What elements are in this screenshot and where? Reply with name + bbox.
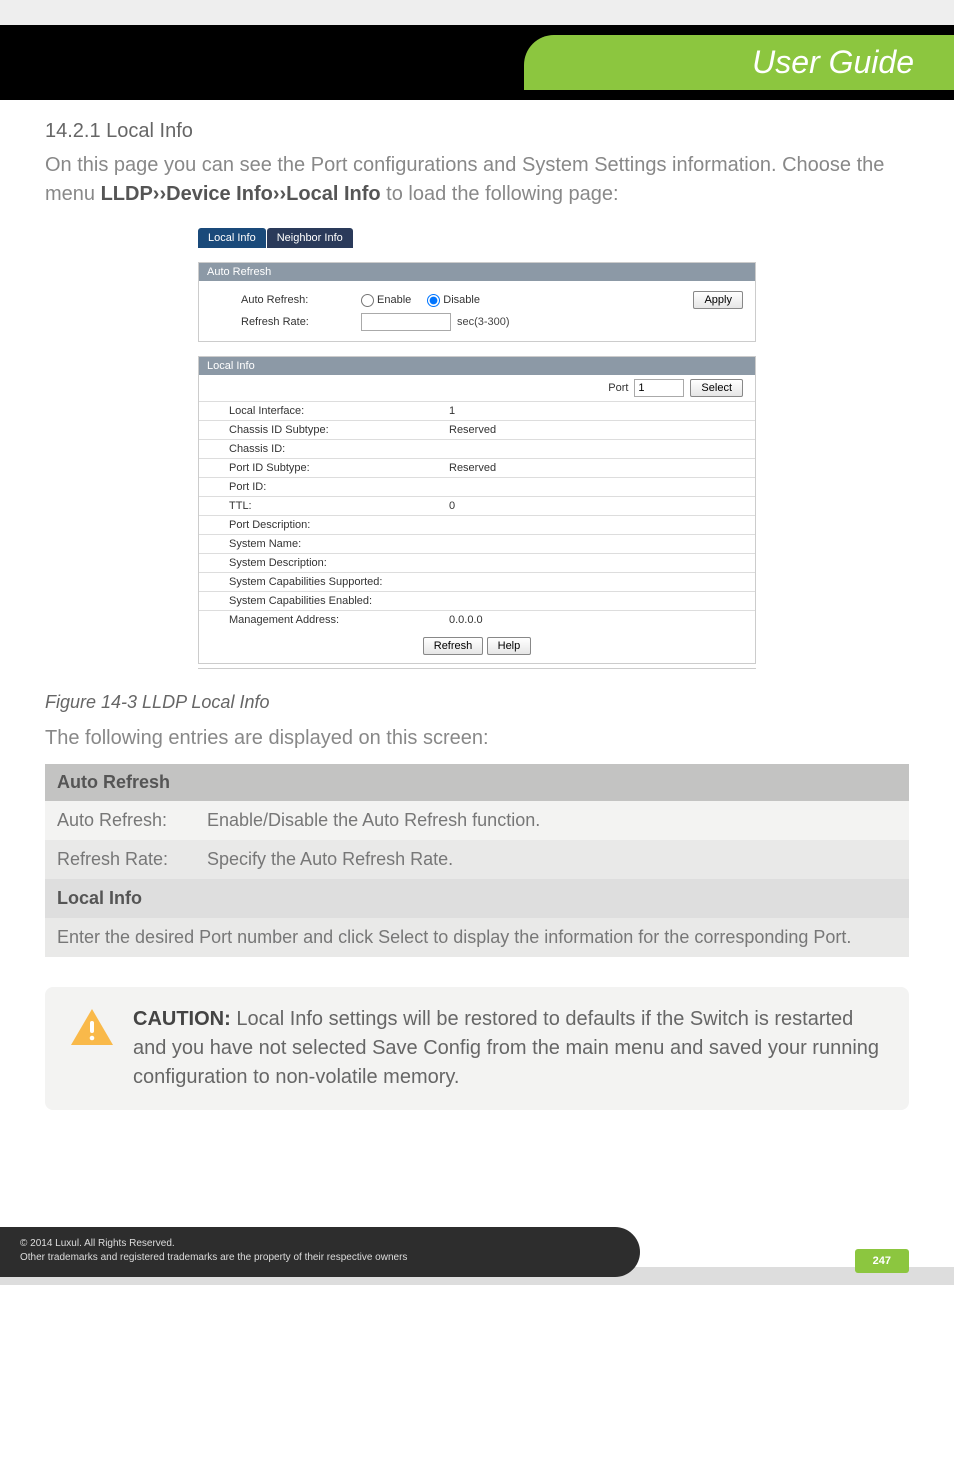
table-row: Refresh Rate: Specify the Auto Refresh R…: [45, 840, 909, 879]
entries-table: Auto Refresh Auto Refresh: Enable/Disabl…: [45, 764, 909, 957]
copyright-line: © 2014 Luxul. All Rights Reserved.: [20, 1237, 620, 1251]
user-guide-pill: User Guide: [524, 35, 954, 90]
row-value: [419, 516, 755, 535]
intro-bold: LLDP››Device Info››Local Info: [101, 183, 381, 205]
entry-desc: Enter the desired Port number and click …: [45, 918, 909, 957]
enable-label: Enable: [377, 294, 411, 306]
row-value: [419, 592, 755, 611]
table-row: Port ID Subtype:Reserved: [199, 459, 755, 478]
auto-refresh-label: Auto Refresh:: [241, 294, 361, 306]
footer-dark-pill: © 2014 Luxul. All Rights Reserved. Other…: [0, 1227, 640, 1277]
help-button[interactable]: Help: [487, 637, 532, 655]
divider: [198, 668, 756, 669]
auto-refresh-titlebar: Auto Refresh: [199, 263, 755, 281]
header-title: User Guide: [752, 44, 914, 81]
header-bar: User Guide: [0, 25, 954, 100]
tab-neighbor-info[interactable]: Neighbor Info: [267, 228, 353, 248]
row-value: [419, 478, 755, 497]
row-label: System Name:: [199, 535, 419, 554]
section-header: Local Info: [45, 879, 909, 918]
row-label: Port ID Subtype:: [199, 459, 419, 478]
caution-box: CAUTION: Local Info settings will be res…: [45, 987, 909, 1110]
table-row: Chassis ID Subtype:Reserved: [199, 421, 755, 440]
row-value: [419, 554, 755, 573]
entry-label: Auto Refresh:: [45, 801, 195, 840]
table-row: TTL:0: [199, 497, 755, 516]
footer: © 2014 Luxul. All Rights Reserved. Other…: [0, 1230, 954, 1285]
figure-caption: Figure 14-3 LLDP Local Info: [45, 692, 909, 713]
table-row: Port ID:: [199, 478, 755, 497]
row-label: Local Interface:: [199, 402, 419, 421]
refresh-rate-input[interactable]: [361, 313, 451, 331]
select-button[interactable]: Select: [690, 379, 743, 397]
row-value: [419, 440, 755, 459]
port-input[interactable]: [634, 379, 684, 397]
tabs: Local Info Neighbor Info: [198, 228, 756, 248]
refresh-button[interactable]: Refresh: [423, 637, 484, 655]
row-label: System Description:: [199, 554, 419, 573]
row-value: 1: [419, 402, 755, 421]
local-info-table: Local Interface:1 Chassis ID Subtype:Res…: [199, 401, 755, 629]
enable-radio[interactable]: [361, 294, 374, 307]
caution-text: CAUTION: Local Info settings will be res…: [133, 1005, 885, 1092]
row-label: Management Address:: [199, 611, 419, 630]
disable-radio-item[interactable]: Disable: [427, 294, 480, 307]
apply-button[interactable]: Apply: [693, 291, 743, 309]
refresh-rate-suffix: sec(3-300): [457, 316, 510, 328]
table-row: Local Interface:1: [199, 402, 755, 421]
table-row: System Capabilities Supported:: [199, 573, 755, 592]
port-label: Port: [608, 382, 628, 394]
row-label: System Capabilities Enabled:: [199, 592, 419, 611]
section-heading: 14.2.1 Local Info: [45, 120, 909, 143]
row-label: Chassis ID:: [199, 440, 419, 459]
row-label: Port Description:: [199, 516, 419, 535]
enable-radio-item[interactable]: Enable: [361, 294, 411, 307]
entry-label: Refresh Rate:: [45, 840, 195, 879]
trademark-line: Other trademarks and registered trademar…: [20, 1251, 620, 1265]
top-gray-band: [0, 0, 954, 25]
table-row: System Description:: [199, 554, 755, 573]
warning-icon: [69, 1007, 115, 1047]
row-label: Chassis ID Subtype:: [199, 421, 419, 440]
row-label: TTL:: [199, 497, 419, 516]
local-info-titlebar: Local Info: [199, 357, 755, 375]
intro-paragraph: On this page you can see the Port config…: [45, 151, 909, 209]
auto-refresh-panel: Auto Refresh Auto Refresh: Enable Disabl…: [198, 262, 756, 342]
table-row: System Name:: [199, 535, 755, 554]
entry-desc: Enable/Disable the Auto Refresh function…: [195, 801, 909, 840]
row-value: Reserved: [419, 459, 755, 478]
local-info-panel: Local Info Port Select Local Interface:1…: [198, 356, 756, 664]
row-value: [419, 573, 755, 592]
caution-body: Local Info settings will be restored to …: [133, 1008, 879, 1088]
embedded-screenshot: Local Info Neighbor Info Auto Refresh Au…: [197, 227, 757, 670]
table-row: System Capabilities Enabled:: [199, 592, 755, 611]
row-value: 0.0.0.0: [419, 611, 755, 630]
disable-radio[interactable]: [427, 294, 440, 307]
section-header: Auto Refresh: [45, 764, 909, 801]
row-label: Port ID:: [199, 478, 419, 497]
page-number: 247: [855, 1249, 909, 1273]
row-value: Reserved: [419, 421, 755, 440]
tab-local-info[interactable]: Local Info: [198, 228, 266, 248]
table-row: Port Description:: [199, 516, 755, 535]
disable-label: Disable: [443, 294, 480, 306]
entry-desc: Specify the Auto Refresh Rate.: [195, 840, 909, 879]
row-label: System Capabilities Supported:: [199, 573, 419, 592]
row-value: [419, 535, 755, 554]
table-row: Auto Refresh: Enable/Disable the Auto Re…: [45, 801, 909, 840]
table-row: Local Info: [45, 879, 909, 918]
lead-text: The following entries are displayed on t…: [45, 727, 909, 750]
row-value: 0: [419, 497, 755, 516]
table-row: Management Address:0.0.0.0: [199, 611, 755, 630]
table-row: Chassis ID:: [199, 440, 755, 459]
refresh-rate-label: Refresh Rate:: [241, 316, 361, 328]
table-row: Enter the desired Port number and click …: [45, 918, 909, 957]
caution-label: CAUTION:: [133, 1008, 231, 1030]
intro-post: to load the following page:: [381, 183, 619, 205]
